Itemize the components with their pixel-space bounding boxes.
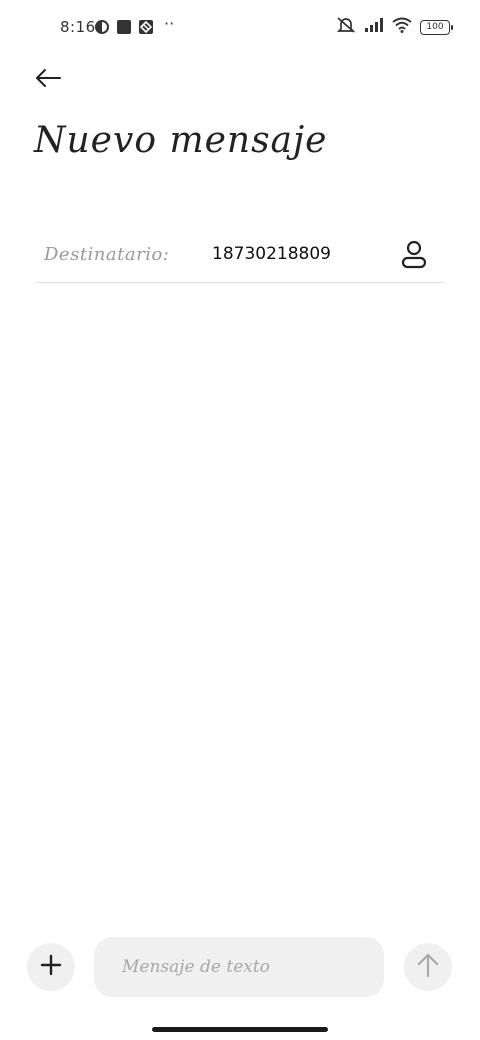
- recipient-label: Destinatario:: [44, 244, 170, 265]
- contact-picker-button[interactable]: [396, 238, 432, 274]
- wifi-icon: [392, 17, 412, 37]
- arrow-up-icon: [417, 952, 439, 982]
- status-time: 8:16: [60, 18, 96, 36]
- battery-icon: 100: [420, 19, 453, 35]
- page-title: Nuevo mensaje: [34, 120, 328, 161]
- recipient-input[interactable]: 18730218809: [212, 244, 331, 264]
- arrow-left-icon: [34, 68, 62, 92]
- mute-icon: [336, 16, 356, 38]
- square-status-icon: [116, 19, 132, 39]
- attach-button[interactable]: [27, 943, 75, 991]
- signal-icon: [364, 17, 384, 37]
- person-icon: [400, 239, 428, 273]
- plus-icon: [40, 954, 62, 980]
- grid-status-icon: [138, 19, 154, 39]
- message-input[interactable]: [94, 937, 384, 997]
- status-bar: 8:16 ·· 100: [0, 0, 480, 56]
- more-status-dots: ··: [164, 14, 175, 33]
- circle-status-icon: [94, 19, 110, 39]
- back-button[interactable]: [28, 62, 68, 98]
- recipient-row[interactable]: Destinatario: 18730218809: [36, 232, 444, 283]
- home-indicator[interactable]: [152, 1027, 328, 1032]
- send-button[interactable]: [404, 943, 452, 991]
